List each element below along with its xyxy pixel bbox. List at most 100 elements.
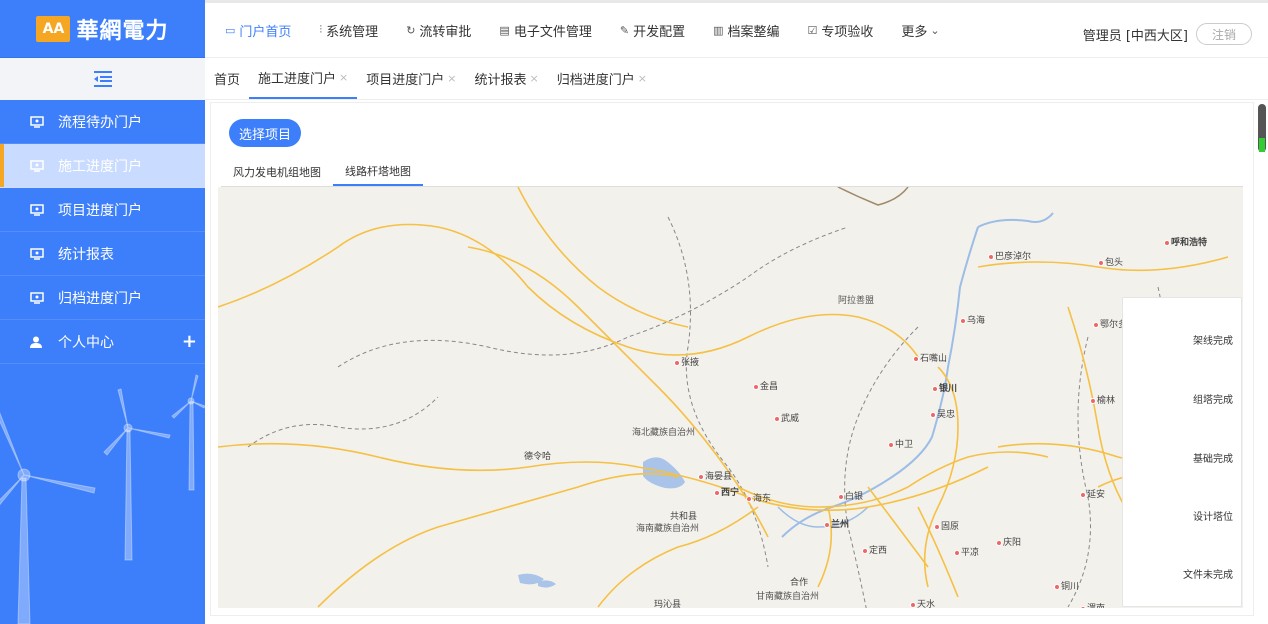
main-content: 选择项目 风力发电机组地图 线路杆塔地图 呼和浩特 巴彦淖尔 包头 阿拉善盟 乌… xyxy=(210,102,1254,616)
legend-item: 设计塔位 xyxy=(1193,512,1233,523)
map-label: 海晏县 xyxy=(698,469,732,482)
user-name: 管理员 [中西大区] xyxy=(1082,28,1188,44)
map-label: 石嘴山 xyxy=(913,351,947,364)
nav-label: 门户首页 xyxy=(239,24,292,40)
checkbox-icon: ☑ xyxy=(807,23,818,37)
legend-item: 组塔完成 xyxy=(1193,395,1233,406)
monitor-icon: ▭ xyxy=(225,23,236,37)
nav-portal-home[interactable]: ▭ 门户首页 xyxy=(225,21,291,40)
map-label: 德令哈 xyxy=(524,452,552,462)
tab-construction-portal[interactable]: 施工进度门户 × xyxy=(249,58,358,99)
tab-stats-report[interactable]: 统计报表 × xyxy=(465,58,547,99)
map-label: 海东 xyxy=(746,491,771,504)
nav-label: 流转审批 xyxy=(419,24,472,40)
nav-more[interactable]: 更多 ⌄ xyxy=(901,21,943,40)
chevron-down-icon: ⌄ xyxy=(930,23,940,37)
nav-label: 专项验收 xyxy=(821,24,874,40)
subtab-wind-turbine-map[interactable]: 风力发电机组地图 xyxy=(221,157,333,186)
tab-home[interactable]: 首页 xyxy=(205,58,249,99)
map-label: 西宁 xyxy=(714,485,739,498)
close-icon[interactable]: × xyxy=(447,72,456,85)
sidebar-item-project[interactable]: 项目进度门户 xyxy=(0,188,205,232)
page-tabs: 首页 施工进度门户 × 项目进度门户 × 统计报表 × 归档进度门户 × xyxy=(205,58,1268,100)
map-label: 白银 xyxy=(838,489,863,502)
tab-label: 首页 xyxy=(214,73,241,88)
map-label: 包头 xyxy=(1098,255,1123,268)
map-label: 武威 xyxy=(774,411,799,424)
map-label: 定西 xyxy=(862,543,887,556)
map-label: 平凉 xyxy=(954,545,979,558)
map-label: 金昌 xyxy=(753,379,778,392)
user-area: 管理员 [中西大区] 注销 xyxy=(1083,23,1252,45)
sidebar-item-archive[interactable]: 归档进度门户 xyxy=(0,276,205,320)
subtab-tower-map[interactable]: 线路杆塔地图 xyxy=(333,157,423,186)
vertical-scrollbar[interactable] xyxy=(1258,104,1266,152)
nav-dev-config[interactable]: ✎ 开发配置 xyxy=(620,21,685,40)
sidebar-item-label: 统计报表 xyxy=(58,246,114,263)
top-navigation: ▭ 门户首页 ⫶ 系统管理 ↻ 流转审批 ▤ 电子文件管理 ✎ 开发配置 ▥ 档案整编 ☑ 专… xyxy=(205,0,1268,58)
nav-electronic-files[interactable]: ▤ 电子文件管理 xyxy=(499,21,591,40)
monitor-icon xyxy=(30,247,44,260)
nav-label: 档案整编 xyxy=(727,24,780,40)
map-label: 海北藏族自治州 xyxy=(632,428,696,438)
sidebar-item-stats[interactable]: 统计报表 xyxy=(0,232,205,276)
sidebar-item-todo[interactable]: 流程待办门户 xyxy=(0,100,205,144)
close-icon[interactable]: × xyxy=(530,72,539,85)
nav-label: 开发配置 xyxy=(633,24,686,40)
tab-archive-portal[interactable]: 归档进度门户 × xyxy=(548,58,656,99)
sidebar-item-construction[interactable]: 施工进度门户 xyxy=(0,144,205,188)
sidebar-collapse-button[interactable] xyxy=(0,58,205,100)
close-icon[interactable]: × xyxy=(339,71,348,84)
windmill-illustration xyxy=(0,374,205,624)
nav-workflow-approval[interactable]: ↻ 流转审批 xyxy=(406,21,471,40)
map-label: 呼和浩特 xyxy=(1164,235,1207,248)
sidebar-item-label: 施工进度门户 xyxy=(58,158,142,175)
expand-plus-icon[interactable]: + xyxy=(182,331,197,352)
tab-label: 施工进度门户 xyxy=(258,72,337,87)
map-label: 天水 xyxy=(910,597,935,608)
map-label: 渭南 xyxy=(1080,601,1105,608)
map-label: 合作 xyxy=(790,578,809,588)
map-subtabs: 风力发电机组地图 线路杆塔地图 xyxy=(221,157,1243,187)
sliders-icon: ⫶ xyxy=(319,23,323,36)
nav-archive-compile[interactable]: ▥ 档案整编 xyxy=(713,21,779,40)
map-label: 乌海 xyxy=(960,313,985,326)
map-label: 银川 xyxy=(932,381,957,394)
tab-project-portal[interactable]: 项目进度门户 × xyxy=(357,58,465,99)
monitor-icon xyxy=(30,159,44,172)
nav-special-acceptance[interactable]: ☑ 专项验收 xyxy=(808,21,874,40)
file-icon: ▤ xyxy=(499,23,510,37)
map-label: 兰州 xyxy=(824,517,849,530)
barcode-icon: ▥ xyxy=(713,23,724,37)
sidebar-item-label: 项目进度门户 xyxy=(58,202,142,219)
close-icon[interactable]: × xyxy=(638,72,647,85)
map-view[interactable]: 呼和浩特 巴彦淖尔 包头 阿拉善盟 乌海 鄂尔多 石嘴山 张掖 金昌 银川 吴忠… xyxy=(218,187,1243,608)
refresh-icon: ↻ xyxy=(406,23,416,37)
nav-system-management[interactable]: ⫶ 系统管理 xyxy=(319,21,378,40)
legend-item: 架线完成 xyxy=(1193,336,1233,347)
menu-collapse-icon xyxy=(93,71,112,87)
map-label: 海南藏族自治州 xyxy=(636,524,700,534)
map-label: 张掖 xyxy=(674,355,699,368)
sidebar: AA 華網電力 流程待办门户 施工进度门户 项目进度门户 统计报表 归档进度门户… xyxy=(0,0,205,624)
map-label: 庆阳 xyxy=(996,535,1021,548)
map-label: 中卫 xyxy=(888,437,913,450)
sidebar-item-label: 流程待办门户 xyxy=(58,114,142,131)
map-label: 吴忠 xyxy=(930,407,955,420)
user-icon xyxy=(30,336,42,348)
map-label: 巴彦淖尔 xyxy=(988,249,1031,262)
map-label: 固原 xyxy=(934,519,959,532)
map-label: 玛沁县 xyxy=(654,600,682,608)
map-label: 阿拉善盟 xyxy=(838,296,875,306)
map-label: 榆林 xyxy=(1090,393,1115,406)
select-project-button[interactable]: 选择项目 xyxy=(229,119,301,147)
sidebar-item-personal[interactable]: 个人中心 + xyxy=(0,320,205,364)
monitor-icon xyxy=(30,203,44,216)
nav-label: 电子文件管理 xyxy=(513,24,592,40)
tab-label: 项目进度门户 xyxy=(366,73,445,88)
logo-mark: AA xyxy=(36,15,71,42)
monitor-icon xyxy=(30,291,44,304)
map-label: 铜川 xyxy=(1054,579,1079,592)
logout-button[interactable]: 注销 xyxy=(1196,23,1252,45)
sidebar-item-label: 个人中心 xyxy=(58,334,114,351)
